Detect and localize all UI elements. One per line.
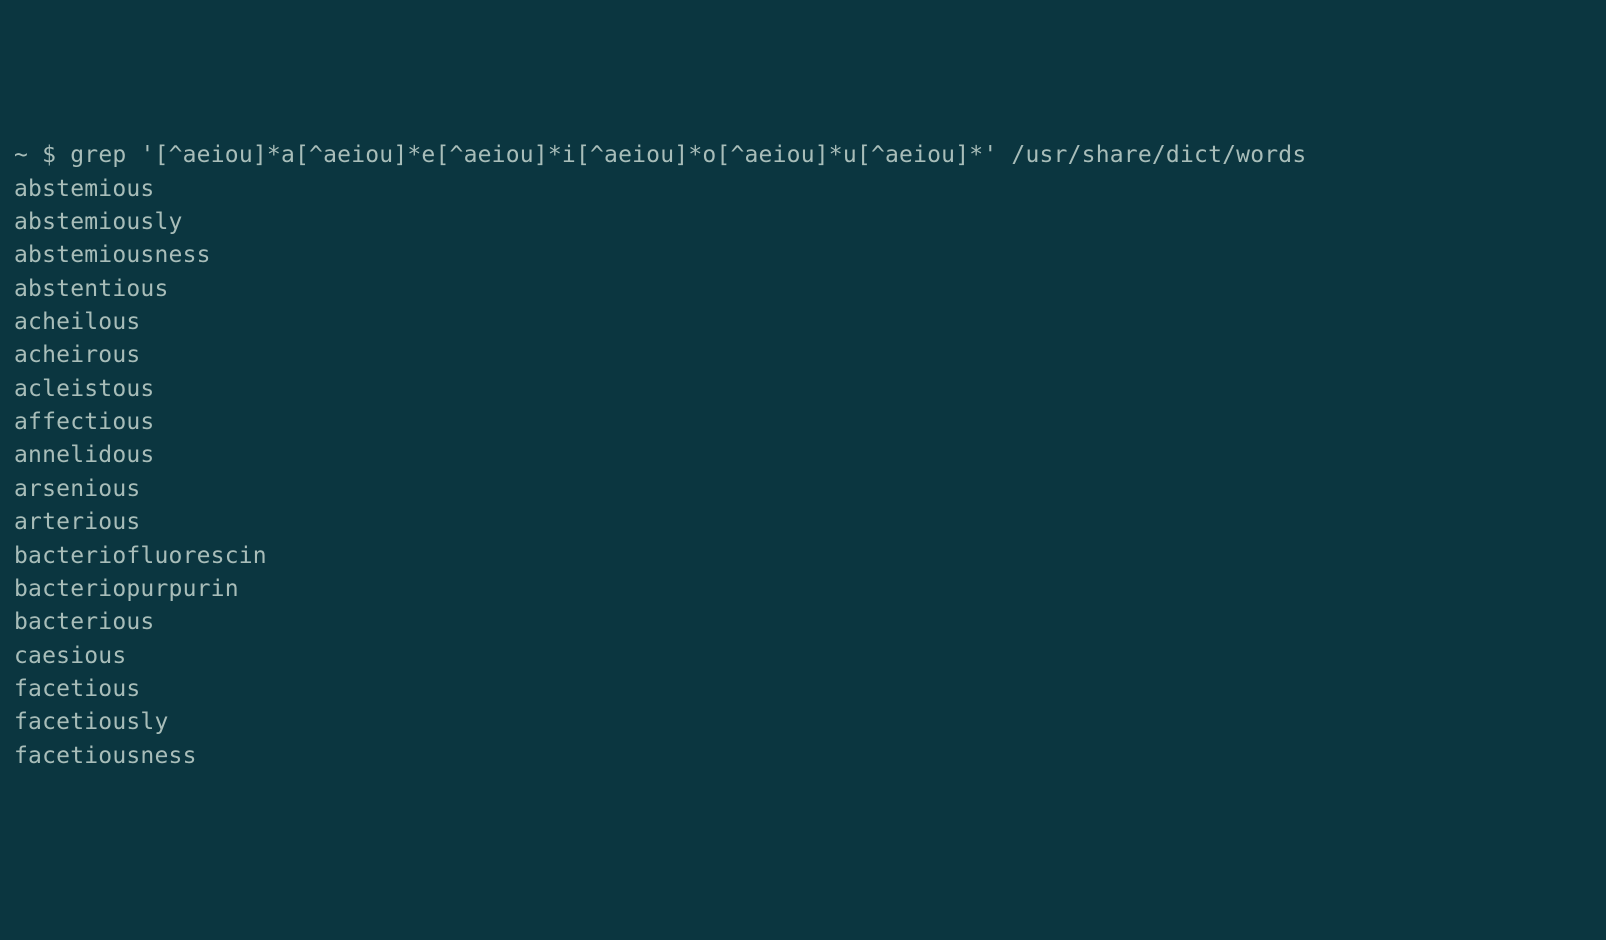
- output-line: annelidous: [14, 439, 1592, 472]
- output-line: acheilous: [14, 306, 1592, 339]
- output-line: facetious: [14, 673, 1592, 706]
- output-line: abstemiousness: [14, 239, 1592, 272]
- output-line: abstemious: [14, 173, 1592, 206]
- output-line: bacteriopurpurin: [14, 573, 1592, 606]
- output-line: facetiousness: [14, 740, 1592, 773]
- output-line: abstentious: [14, 273, 1592, 306]
- prompt-symbol: $: [42, 142, 56, 168]
- output-line: affectious: [14, 406, 1592, 439]
- output-line: arterious: [14, 506, 1592, 539]
- output-line: bacterious: [14, 606, 1592, 639]
- command-text: grep '[^aeiou]*a[^aeiou]*e[^aeiou]*i[^ae…: [70, 142, 1306, 168]
- output-line: bacteriofluorescin: [14, 540, 1592, 573]
- prompt-cwd: ~: [14, 142, 28, 168]
- prompt-line[interactable]: ~ $ grep '[^aeiou]*a[^aeiou]*e[^aeiou]*i…: [14, 139, 1592, 172]
- output-line: facetiously: [14, 706, 1592, 739]
- output-line: acheirous: [14, 339, 1592, 372]
- output-line: caesious: [14, 640, 1592, 673]
- output-line: acleistous: [14, 373, 1592, 406]
- output-line: abstemiously: [14, 206, 1592, 239]
- output-line: arsenious: [14, 473, 1592, 506]
